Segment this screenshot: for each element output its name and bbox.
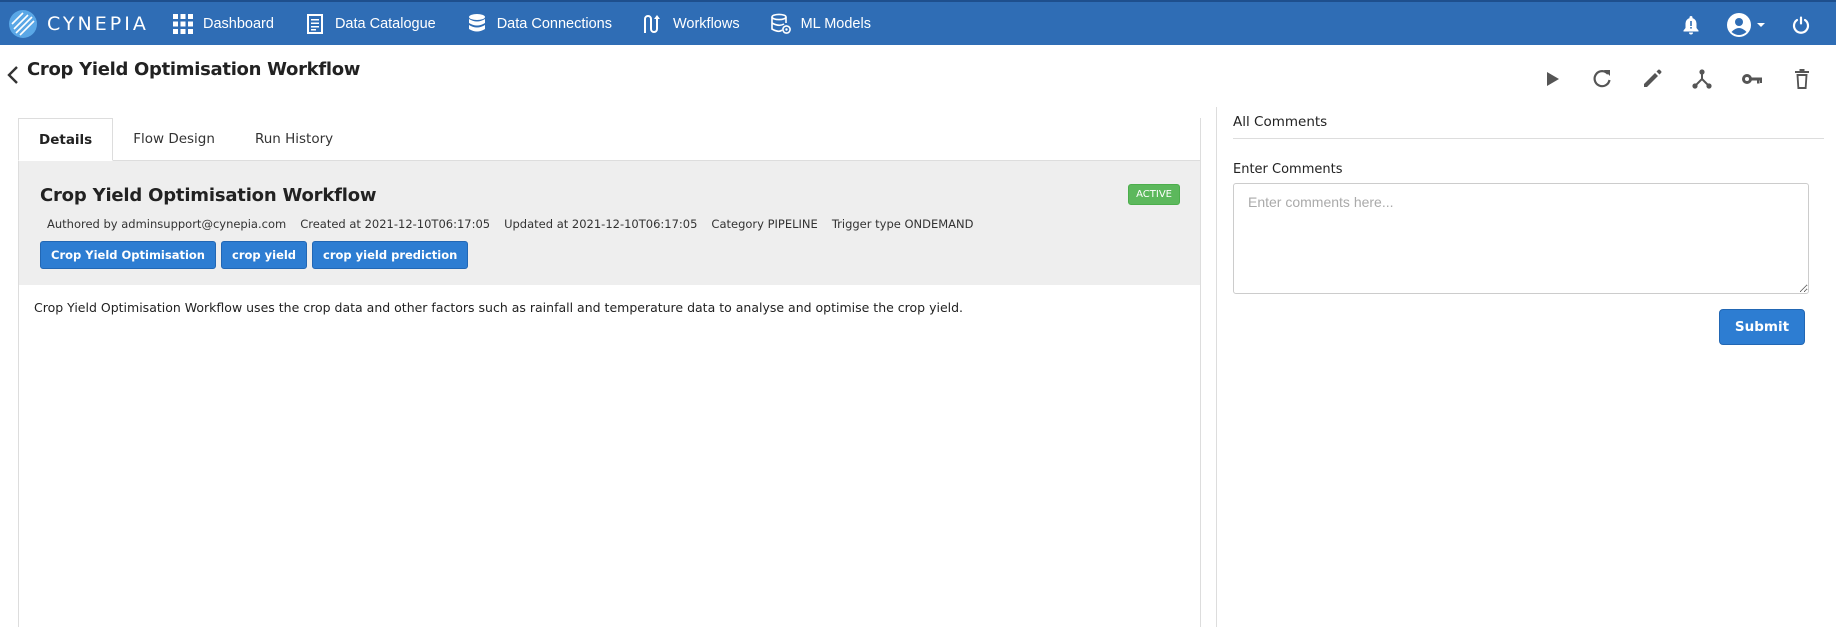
edit-icon (1644, 69, 1662, 87)
chevron-down-icon (1757, 22, 1765, 27)
tag[interactable]: Crop Yield Optimisation (40, 241, 216, 269)
nav-label: Workflows (672, 15, 740, 32)
tab-run-history[interactable]: Run History (235, 118, 353, 160)
meta-updated: Updated at 2021-12-10T06:17:05 (504, 217, 698, 231)
key-icon (1742, 74, 1762, 84)
nav-item-ml-models[interactable]: ML Models (770, 2, 871, 45)
tab-flow-design[interactable]: Flow Design (113, 118, 235, 160)
tab-bar: Details Flow Design Run History (18, 118, 1200, 161)
nav-label: Data Connections (496, 15, 612, 32)
database-settings-icon (770, 13, 791, 34)
notifications-button[interactable] (1682, 15, 1700, 35)
notification-bell-icon (1683, 15, 1699, 34)
meta-author: Authored by adminsupport@cynepia.com (47, 217, 287, 231)
run-button[interactable] (1540, 67, 1564, 91)
nav-label: ML Models (800, 15, 871, 32)
logout-button[interactable] (1792, 16, 1810, 34)
meta-created: Created at 2021-12-10T06:17:05 (300, 217, 491, 231)
run-icon (1547, 72, 1559, 86)
permissions-button[interactable] (1740, 67, 1764, 91)
nav-item-data-catalogue[interactable]: Data Catalogue (304, 2, 436, 45)
edit-button[interactable] (1640, 67, 1664, 91)
comments-panel: All Comments Enter Comments Submit (1216, 107, 1836, 627)
page-header: Crop Yield Optimisation Workflow (0, 45, 1836, 107)
details-panel: Details Flow Design Run History Crop Yie… (18, 118, 1201, 627)
main-nav: Dashboard Data Catalogue Data Connection… (172, 2, 901, 45)
tab-label: Details (39, 132, 93, 148)
nav-right-icons (1682, 2, 1836, 47)
user-menu-button[interactable] (1726, 12, 1766, 38)
document-list-icon (306, 13, 323, 34)
delete-icon (1795, 69, 1809, 89)
delete-button[interactable] (1790, 67, 1814, 91)
meta-category: Category PIPELINE (711, 217, 818, 231)
refresh-icon (1593, 70, 1611, 88)
comments-title: All Comments (1233, 114, 1328, 130)
back-arrow-icon[interactable] (4, 62, 24, 88)
workflow-summary: Crop Yield Optimisation Workflow ACTIVE … (19, 161, 1200, 285)
meta-trigger: Trigger type ONDEMAND (831, 217, 974, 231)
nav-item-data-connections[interactable]: Data Connections (466, 2, 612, 45)
nav-label: Dashboard (203, 15, 274, 32)
nav-item-dashboard[interactable]: Dashboard (172, 2, 274, 45)
cynepia-logo-icon (9, 9, 37, 38)
workflow-title: Crop Yield Optimisation Workflow (40, 185, 377, 206)
nav-item-workflows[interactable]: Workflows (642, 2, 740, 45)
submit-button[interactable]: Submit (1719, 309, 1805, 345)
user-account-icon (1727, 12, 1751, 37)
workflow-actions (1514, 67, 1814, 91)
workflow-icon (643, 14, 660, 33)
tab-details[interactable]: Details (18, 118, 114, 161)
divider (1233, 138, 1824, 139)
nav-label: Data Catalogue (334, 15, 436, 32)
workflow-meta: Authored by adminsupport@cynepia.com Cre… (47, 217, 988, 231)
brand-name: CYNEPIA (47, 12, 149, 35)
grid-icon (173, 13, 193, 34)
tag-list: Crop Yield Optimisation crop yield crop … (40, 241, 473, 269)
top-nav-bar: CYNEPIA Dashboard Data Catalogue Data Co… (0, 0, 1836, 45)
tag[interactable]: crop yield prediction (312, 241, 469, 269)
status-badge: ACTIVE (1128, 184, 1180, 205)
fork-button[interactable] (1690, 67, 1714, 91)
comments-input[interactable] (1233, 183, 1809, 294)
refresh-button[interactable] (1590, 67, 1614, 91)
workflow-description: Crop Yield Optimisation Workflow uses th… (34, 300, 964, 315)
brand[interactable]: CYNEPIA (8, 9, 160, 39)
power-icon (1792, 16, 1810, 34)
comments-label: Enter Comments (1233, 162, 1343, 177)
tag[interactable]: crop yield (221, 241, 308, 269)
page-title: Crop Yield Optimisation Workflow (27, 59, 361, 80)
fork-icon (1692, 69, 1712, 89)
database-icon (468, 13, 485, 31)
